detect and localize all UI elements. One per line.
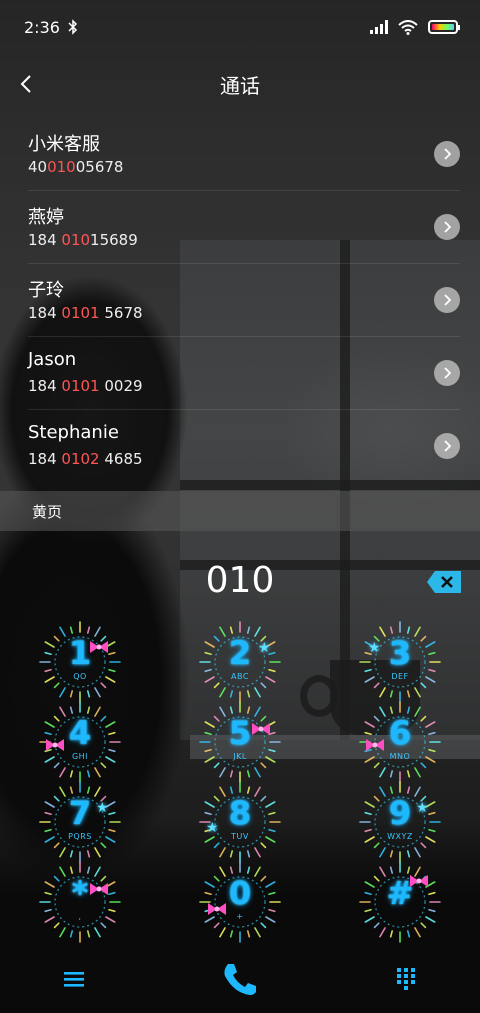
chevron-right-icon (444, 294, 451, 306)
pink-bow-icon (46, 739, 64, 751)
pink-bow-icon (208, 903, 226, 915)
sparkle-star-icon: ★ (368, 640, 381, 656)
sparkle-star-icon: ★ (258, 640, 271, 656)
section-label: 黄页 (32, 503, 63, 521)
contact-detail-button[interactable] (434, 360, 460, 386)
contact-row[interactable]: 燕婷 184 01015689 (28, 191, 460, 264)
key-hash[interactable]: # (358, 860, 442, 944)
header: 通话 (0, 58, 480, 110)
key-2[interactable]: 2 ABC ★ (198, 620, 282, 704)
backspace-icon (427, 571, 461, 593)
wifi-icon (398, 19, 418, 35)
sparkle-star-icon: ★ (416, 800, 429, 816)
contact-detail-button[interactable] (434, 433, 460, 459)
key-3[interactable]: 3 DEF ★ (358, 620, 442, 704)
delete-button[interactable] (426, 570, 462, 594)
contact-name: Stephanie (28, 422, 119, 443)
dialed-number: 010 (205, 560, 275, 601)
contact-name: 子玲 (28, 280, 64, 301)
contact-name: Jason (28, 349, 77, 370)
contact-number: 184 01015689 (28, 231, 138, 249)
contact-number: 184 0102 4685 (28, 450, 143, 468)
contact-row[interactable]: Stephanie 184 0102 4685 (28, 410, 460, 483)
contact-number: 4001005678 (28, 158, 124, 176)
key-4[interactable]: 4 GHI (38, 700, 122, 784)
contact-row[interactable]: 小米客服 4001005678 (28, 118, 460, 191)
menu-button[interactable] (52, 957, 96, 1001)
key-6[interactable]: 6 MNO (358, 700, 442, 784)
dialpad-toggle-button[interactable] (384, 957, 428, 1001)
status-time: 2:36 (24, 17, 60, 37)
pink-bow-icon (90, 883, 108, 895)
contact-row[interactable]: 子玲 184 0101 5678 (28, 264, 460, 337)
chevron-right-icon (444, 221, 451, 233)
pink-bow-icon (410, 875, 428, 887)
page-title: 通话 (220, 74, 260, 98)
key-8[interactable]: 8 TUV ★ (198, 780, 282, 864)
contact-detail-button[interactable] (434, 287, 460, 313)
dialpad: 1 QO 2 ABC ★ 3 DEF ★ 4 GHI 5 JKL 6 MNO 7… (0, 620, 480, 950)
contact-name: 燕婷 (28, 207, 64, 228)
key-0[interactable]: 0 + (198, 860, 282, 944)
yellow-pages-section[interactable]: 黄页 (0, 491, 480, 531)
contact-name: 小米客服 (28, 134, 100, 155)
key-star[interactable]: * , (38, 860, 122, 944)
chevron-right-icon (444, 148, 451, 160)
chevron-right-icon (444, 440, 451, 452)
signal-icon (370, 20, 388, 34)
hamburger-menu-icon (64, 972, 84, 987)
bluetooth-icon (68, 19, 77, 35)
battery-icon (428, 20, 460, 34)
chevron-right-icon (444, 367, 451, 379)
sparkle-star-icon: ★ (206, 820, 219, 836)
key-5[interactable]: 5 JKL (198, 700, 282, 784)
pink-bow-icon (252, 723, 270, 735)
key-1[interactable]: 1 QO (38, 620, 122, 704)
contact-number: 184 0101 5678 (28, 304, 143, 322)
contact-detail-button[interactable] (434, 141, 460, 167)
contact-row[interactable]: Jason 184 0101 0029 (28, 337, 460, 410)
sparkle-star-icon: ★ (96, 800, 109, 816)
pink-bow-icon (366, 739, 384, 751)
pink-bow-icon (90, 641, 108, 653)
contact-results-list: 小米客服 4001005678 燕婷 184 01015689 子玲 184 0… (0, 118, 480, 483)
contact-detail-button[interactable] (434, 214, 460, 240)
key-9[interactable]: 9 WXYZ ★ (358, 780, 442, 864)
call-button[interactable] (218, 957, 262, 1001)
status-bar: 2:36 (0, 0, 480, 54)
dialpad-icon (397, 968, 415, 990)
contact-number: 184 0101 0029 (28, 377, 143, 395)
bottom-navigation (0, 945, 480, 1013)
phone-icon (224, 964, 256, 995)
key-7[interactable]: 7 PQRS ★ (38, 780, 122, 864)
